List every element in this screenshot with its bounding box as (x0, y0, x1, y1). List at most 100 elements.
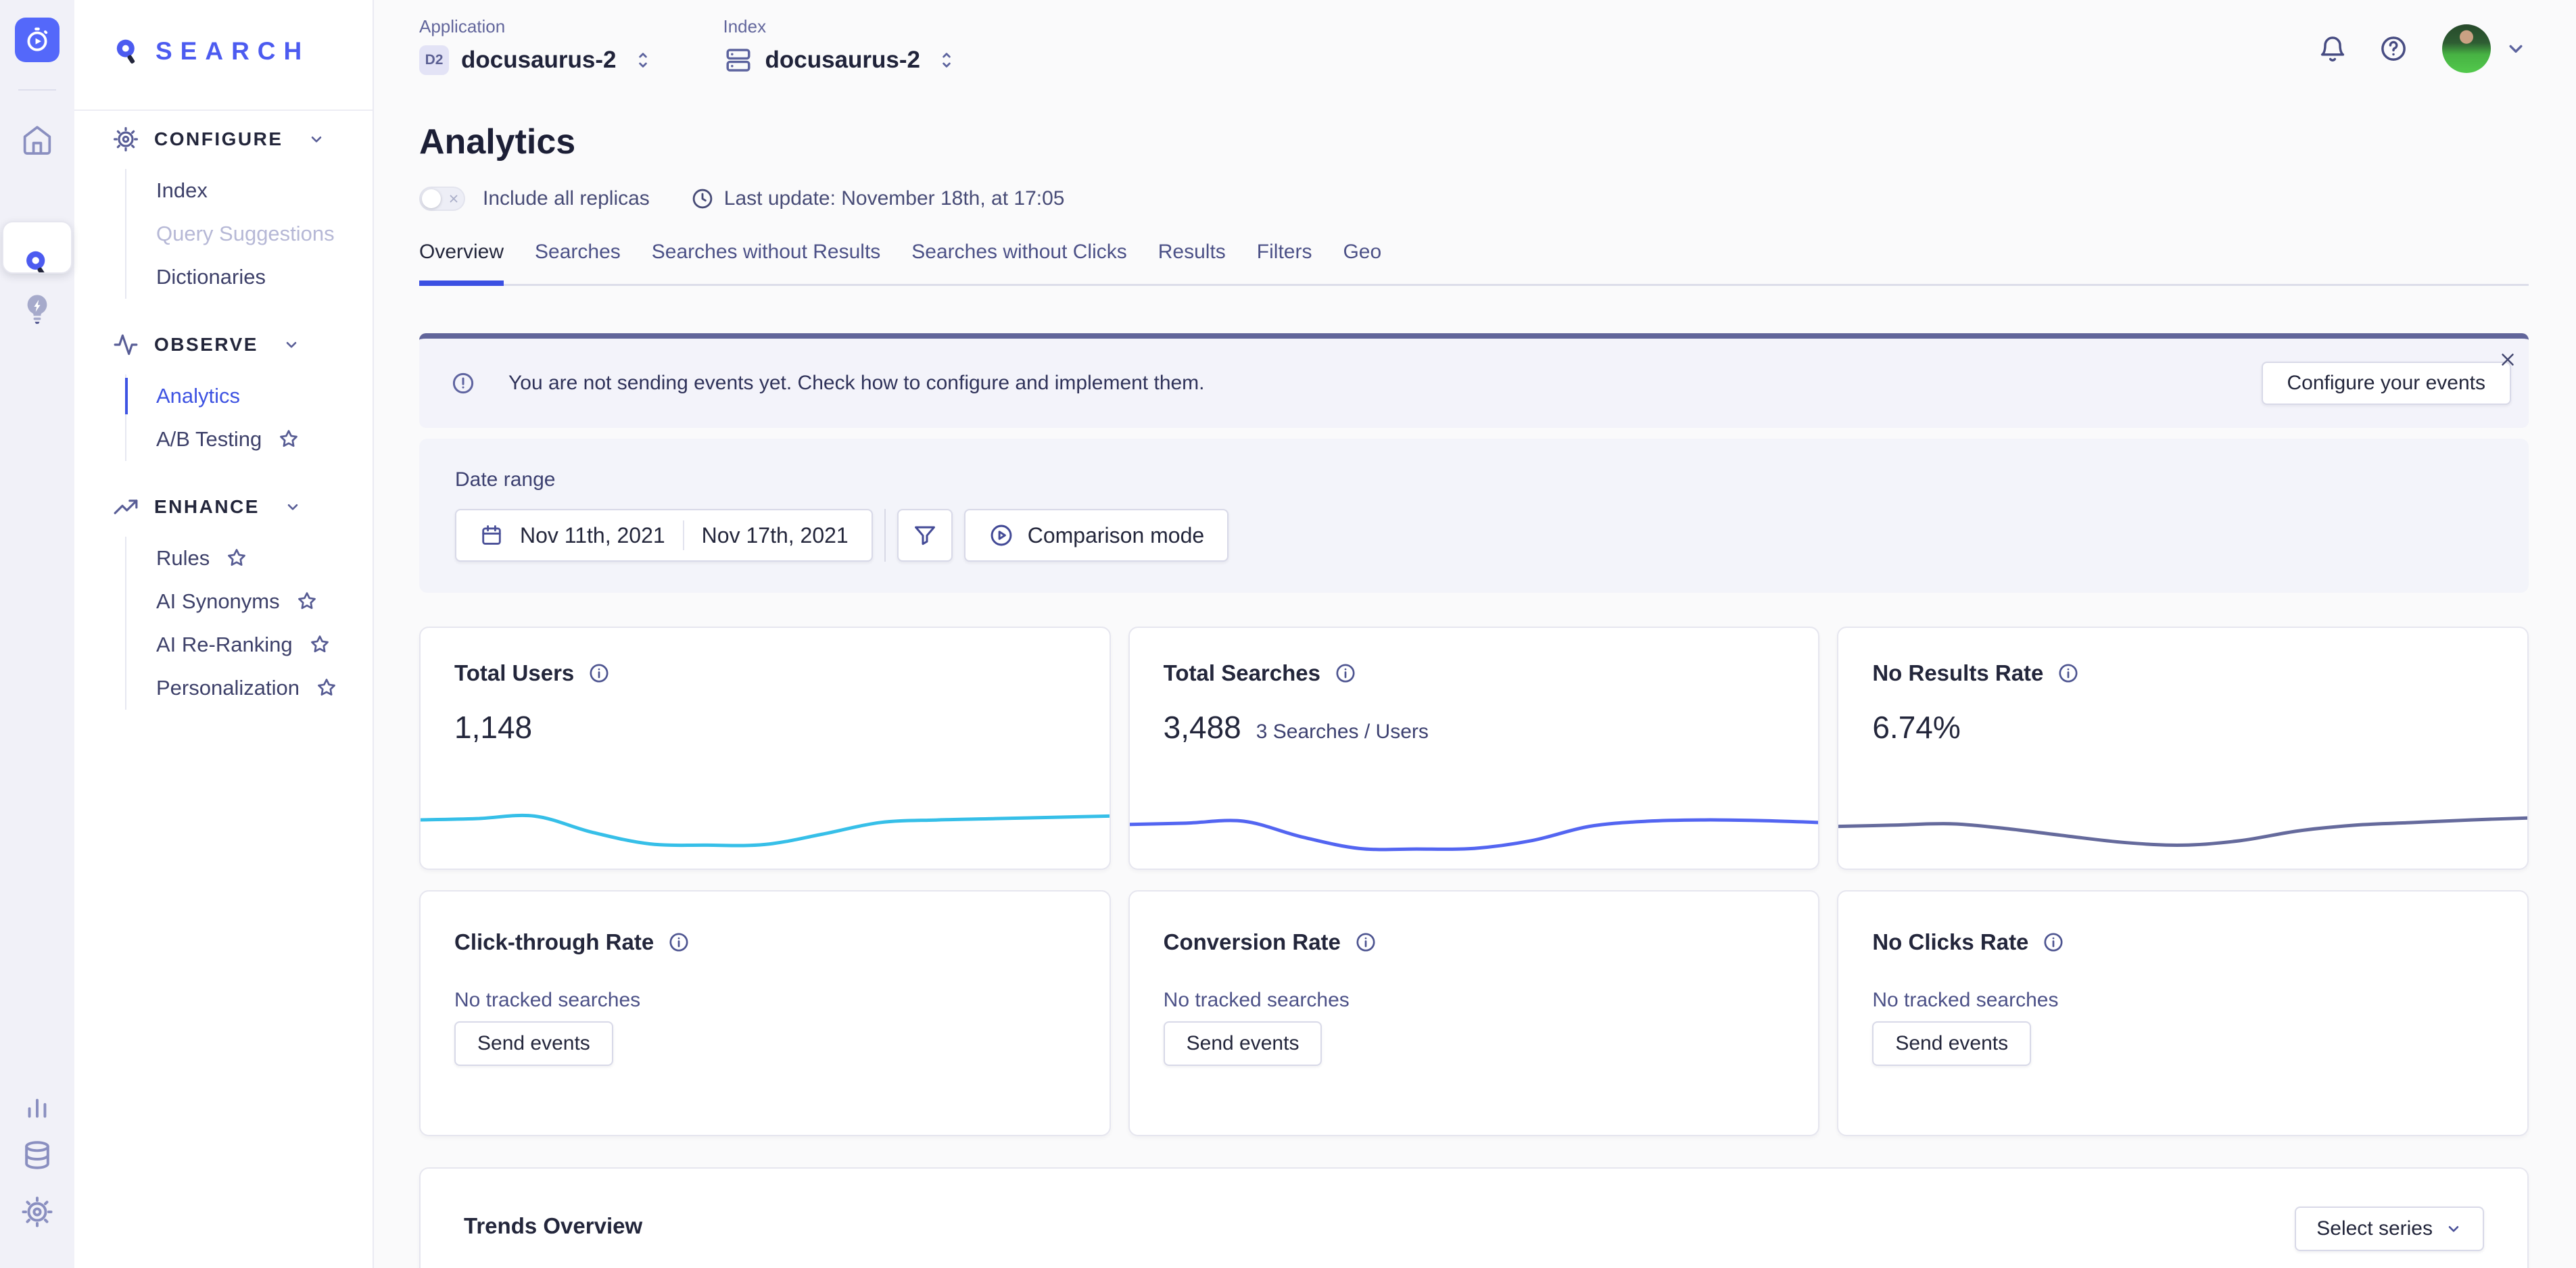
banner-close-icon[interactable] (2498, 349, 2518, 370)
sidebar-section-label: CONFIGURE (154, 128, 283, 150)
stat-card-no-results-rate: No Results Rate 6.74% (1837, 627, 2529, 870)
database-icon (20, 1139, 54, 1173)
stat-card-total-searches: Total Searches 3,4883 Searches / Users (1128, 627, 1820, 870)
card-value-row: 6.74% (1872, 709, 2494, 746)
include-replicas-toggle[interactable] (419, 187, 465, 211)
account-chevron-down-icon[interactable] (2504, 37, 2527, 60)
sidebar-item-rules[interactable]: Rules (156, 537, 373, 580)
sidebar-item-label: Index (156, 178, 208, 203)
filter-button[interactable] (897, 509, 953, 562)
card-title-row: Total Searches (1164, 660, 1785, 686)
date-range-label: Date range (455, 468, 2493, 491)
application-value: docusaurus-2 (461, 47, 617, 74)
tab-searches[interactable]: Searches (535, 241, 621, 284)
sort-chevrons-icon (936, 48, 957, 72)
clock-icon (690, 187, 715, 211)
star-icon[interactable] (277, 427, 301, 452)
sidebar-section-observe[interactable]: OBSERVE (112, 330, 373, 360)
star-icon[interactable] (308, 633, 332, 657)
stat-card-total-users: Total Users1,148 (419, 627, 1111, 870)
send-events-button[interactable]: Send events (1164, 1021, 1322, 1066)
notifications-bell-icon[interactable] (2318, 34, 2347, 64)
card-title: No Results Rate (1872, 660, 2043, 686)
card-title: Conversion Rate (1164, 929, 1341, 955)
app-switcher-button[interactable] (15, 18, 59, 62)
sidebar-item-personalization[interactable]: Personalization (156, 666, 373, 710)
star-icon[interactable] (224, 546, 249, 570)
send-events-button[interactable]: Send events (454, 1021, 613, 1066)
application-badge: D2 (419, 45, 449, 75)
calendar-icon (479, 523, 504, 547)
sidebar-item-query-suggestions[interactable]: Query Suggestions (156, 212, 373, 255)
configure-events-button[interactable]: Configure your events (2262, 362, 2512, 405)
tab-searches-without-clicks[interactable]: Searches without Clicks (911, 241, 1126, 284)
sidebar-item-ai-re-ranking[interactable]: AI Re-Ranking (156, 623, 373, 666)
chevdown-icon (308, 130, 325, 148)
sidebar-item-analytics[interactable]: Analytics (156, 374, 373, 418)
rail-data-button[interactable] (20, 1139, 54, 1175)
card-value-row: 3,4883 Searches / Users (1164, 709, 1785, 746)
chevdown-icon (284, 498, 302, 516)
card-title: Total Searches (1164, 660, 1320, 686)
sidebar-section-enhance[interactable]: ENHANCE (112, 492, 373, 522)
product-logo-text: SEARCH (156, 37, 310, 66)
rail-home-button[interactable] (20, 123, 54, 159)
star-icon[interactable] (295, 589, 319, 614)
info-icon[interactable] (2042, 931, 2065, 954)
rail-divider (18, 89, 56, 91)
tab-searches-without-results[interactable]: Searches without Results (652, 241, 881, 284)
info-icon[interactable] (588, 662, 611, 685)
sidebar-section-label: OBSERVE (154, 334, 258, 356)
tab-filters[interactable]: Filters (1257, 241, 1312, 284)
info-icon[interactable] (1334, 662, 1357, 685)
card-value-row: 1,148 (454, 709, 1076, 746)
search-product-icon (22, 248, 53, 274)
card-title-row: Conversion Rate (1164, 929, 1785, 955)
rail-monitoring-button[interactable] (20, 1088, 54, 1124)
sidebar-item-ai-synonyms[interactable]: AI Synonyms (156, 580, 373, 623)
info-icon[interactable] (1354, 931, 1377, 954)
send-events-button[interactable]: Send events (1872, 1021, 2031, 1066)
events-banner: You are not sending events yet. Check ho… (419, 333, 2529, 428)
select-series-label: Select series (2316, 1217, 2433, 1240)
select-series-button[interactable]: Select series (2295, 1206, 2484, 1251)
controls-divider (884, 509, 886, 562)
meta-row: Include all replicas Last update: Novemb… (419, 187, 2529, 211)
rail-recommend-button[interactable] (20, 291, 54, 327)
help-icon[interactable] (2379, 34, 2408, 64)
comparison-mode-button[interactable]: Comparison mode (964, 509, 1229, 562)
application-selector[interactable]: D2 docusaurus-2 (419, 45, 653, 75)
sidebar-item-a-b-testing[interactable]: A/B Testing (156, 418, 373, 461)
star-icon[interactable] (314, 676, 339, 700)
sidebar-item-index[interactable]: Index (156, 169, 373, 212)
card-title-row: No Results Rate (1872, 660, 2494, 686)
sidebar-item-label: Rules (156, 546, 210, 570)
date-range-picker[interactable]: Nov 11th, 2021 Nov 17th, 2021 (455, 509, 873, 562)
info-icon[interactable] (2057, 662, 2080, 685)
date-end: Nov 17th, 2021 (702, 523, 849, 548)
empty-cards-row: Click-through RateNo tracked searchesSen… (419, 890, 2529, 1136)
sidebar-section-configure[interactable]: CONFIGURE (112, 124, 373, 154)
info-icon[interactable] (667, 931, 690, 954)
tab-geo[interactable]: Geo (1343, 241, 1381, 284)
tab-overview[interactable]: Overview (419, 241, 504, 284)
sidebar-item-label: A/B Testing (156, 427, 262, 452)
tab-results[interactable]: Results (1158, 241, 1226, 284)
home-icon (20, 123, 54, 157)
empty-card-no-clicks-rate: No Clicks RateNo tracked searchesSend ev… (1837, 890, 2529, 1136)
sidebar-item-dictionaries[interactable]: Dictionaries (156, 255, 373, 299)
user-avatar[interactable] (2442, 24, 2491, 73)
tab-bar: Overview Searches Searches without Results… (419, 241, 2529, 286)
toggle-off-x-icon (448, 193, 460, 205)
index-selector[interactable]: docusaurus-2 (723, 45, 957, 75)
product-logo[interactable]: SEARCH (74, 0, 373, 66)
no-tracked-searches-text: No tracked searches (1164, 989, 1785, 1012)
date-range-panel: Date range Nov 11th, 2021 Nov 17th, 2021 (419, 439, 2529, 593)
sidebar-item-label: Dictionaries (156, 265, 266, 289)
rail-search-button[interactable] (2, 221, 72, 274)
left-icon-rail (0, 0, 74, 1268)
rail-settings-button[interactable] (20, 1195, 54, 1231)
index-value: docusaurus-2 (765, 47, 921, 74)
toggle-knob (422, 189, 441, 208)
banner-text: You are not sending events yet. Check ho… (508, 372, 1205, 395)
